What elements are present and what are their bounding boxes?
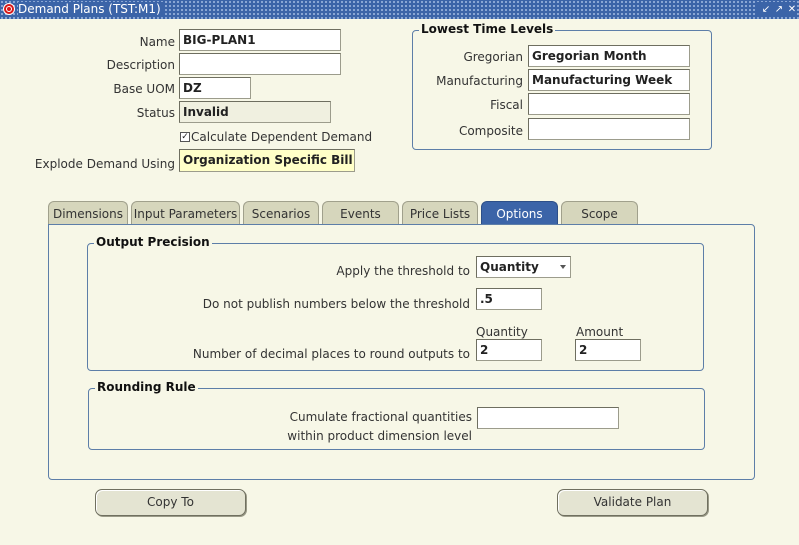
- tab-dimensions[interactable]: Dimensions: [48, 201, 128, 225]
- explode-demand-label: Explode Demand Using: [34, 157, 175, 171]
- fiscal-field[interactable]: [528, 93, 690, 115]
- validate-plan-button[interactable]: Validate Plan: [557, 489, 708, 516]
- manufacturing-label: Manufacturing: [436, 74, 523, 88]
- name-label: Name: [139, 35, 175, 49]
- gregorian-label: Gregorian: [463, 50, 523, 64]
- gregorian-field[interactable]: Gregorian Month: [528, 45, 690, 67]
- tab-scope[interactable]: Scope: [561, 201, 638, 225]
- threshold-select[interactable]: Quantity: [476, 256, 571, 278]
- tab-scenarios[interactable]: Scenarios: [243, 201, 319, 225]
- name-field[interactable]: BIG-PLAN1: [179, 29, 341, 51]
- quantity-column-header: Quantity: [476, 325, 528, 339]
- time-levels-title: Lowest Time Levels: [419, 22, 556, 37]
- decimals-quantity-field[interactable]: 2: [476, 339, 542, 361]
- description-label: Description: [106, 58, 175, 72]
- description-field[interactable]: [179, 53, 341, 75]
- amount-column-header: Amount: [576, 325, 624, 339]
- cumulate-label-line2: within product dimension level: [287, 429, 472, 443]
- decimal-places-label: Number of decimal places to round output…: [192, 347, 470, 361]
- window-title: Demand Plans (TST:M1): [18, 2, 165, 17]
- output-precision-title: Output Precision: [94, 235, 212, 250]
- composite-label: Composite: [458, 124, 523, 138]
- window-controls: ↙ ↗ ✕: [757, 2, 797, 17]
- tab-events[interactable]: Events: [322, 201, 399, 225]
- tab-options[interactable]: Options: [481, 201, 558, 225]
- oracle-logo-icon: [3, 3, 15, 15]
- rounding-rule-title: Rounding Rule: [95, 380, 198, 395]
- manufacturing-field[interactable]: Manufacturing Week: [528, 69, 690, 91]
- calc-dependent-checkbox[interactable]: ✓: [180, 132, 190, 142]
- status-field: Invalid: [179, 101, 331, 123]
- window-titlebar[interactable]: Demand Plans (TST:M1) ↙ ↗ ✕: [0, 0, 799, 19]
- threshold-label: Apply the threshold to: [336, 264, 470, 278]
- base-uom-field[interactable]: DZ: [179, 77, 251, 99]
- close-icon[interactable]: ✕: [787, 2, 797, 17]
- copy-to-button[interactable]: Copy To: [95, 489, 246, 516]
- threshold-select-value: Quantity: [480, 260, 539, 274]
- publish-threshold-field[interactable]: .5: [476, 288, 542, 310]
- composite-field[interactable]: [528, 118, 690, 140]
- decimals-amount-field[interactable]: 2: [575, 339, 641, 361]
- base-uom-label: Base UOM: [113, 82, 175, 96]
- status-label: Status: [136, 106, 175, 120]
- calc-dependent-label: Calculate Dependent Demand: [191, 130, 373, 144]
- cumulate-field[interactable]: [477, 407, 619, 429]
- chevron-down-icon: [560, 265, 566, 269]
- explode-demand-field[interactable]: Organization Specific Bill of: [179, 149, 355, 172]
- cumulate-label-line1: Cumulate fractional quantities: [289, 410, 472, 424]
- publish-threshold-label: Do not publish numbers below the thresho…: [202, 297, 470, 311]
- fiscal-label: Fiscal: [490, 98, 523, 112]
- tab-price-lists[interactable]: Price Lists: [402, 201, 478, 225]
- maximize-icon[interactable]: ↗: [774, 2, 784, 17]
- minimize-icon[interactable]: ↙: [761, 2, 771, 17]
- tab-input-parameters[interactable]: Input Parameters: [131, 201, 240, 225]
